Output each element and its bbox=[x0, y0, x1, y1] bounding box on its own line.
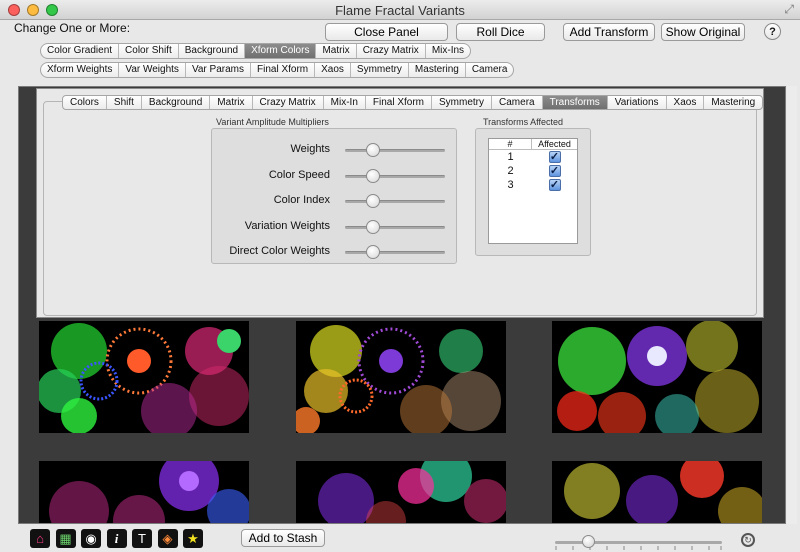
change-label: Change One or More: bbox=[14, 21, 131, 35]
show-original-button[interactable]: Show Original bbox=[661, 23, 745, 41]
slider-label: Color Index bbox=[273, 194, 330, 206]
add-to-stash-button[interactable]: Add to Stash bbox=[241, 529, 325, 547]
tab-variations[interactable]: Variations bbox=[608, 96, 667, 109]
zoom-slider-ticks bbox=[555, 546, 722, 550]
window-title: Flame Fractal Variants bbox=[335, 3, 465, 18]
home-icon[interactable]: ⌂ bbox=[30, 529, 50, 548]
amplitude-multipliers-group: Weights Color Speed Color Index Variation W… bbox=[211, 128, 457, 264]
tab-symmetry[interactable]: Symmetry bbox=[432, 96, 493, 109]
add-transform-button[interactable]: Add Transform bbox=[563, 23, 655, 41]
slider-knob[interactable] bbox=[366, 219, 380, 234]
variant-thumbnail[interactable] bbox=[296, 461, 506, 523]
tab-mastering[interactable]: Mastering bbox=[704, 96, 762, 109]
affected-checkbox[interactable]: ✓ bbox=[548, 179, 561, 191]
table-row[interactable]: 3 ✓ bbox=[489, 178, 577, 192]
segment-color-shift[interactable]: Color Shift bbox=[119, 44, 179, 58]
help-button[interactable]: ? bbox=[764, 23, 781, 40]
variant-category-row-1: Color Gradient Color Shift Background Xform… bbox=[40, 43, 472, 59]
palette-icon[interactable]: ◈ bbox=[157, 529, 178, 548]
transform-number: 3 bbox=[507, 179, 514, 191]
slider-row: Weights bbox=[212, 140, 458, 160]
slider-label: Weights bbox=[290, 143, 330, 155]
slider-row: Color Speed bbox=[212, 166, 458, 186]
tab-xaos[interactable]: Xaos bbox=[667, 96, 705, 109]
slider-knob[interactable] bbox=[366, 194, 380, 208]
segment-xform-colors[interactable]: Xform Colors bbox=[245, 44, 317, 58]
slider-knob[interactable] bbox=[366, 168, 380, 183]
variant-thumbnail[interactable] bbox=[39, 461, 249, 523]
tab-camera[interactable]: Camera bbox=[492, 96, 543, 109]
star-icon[interactable]: ★ bbox=[183, 529, 203, 548]
segment-mix-ins[interactable]: Mix-Ins bbox=[426, 44, 470, 58]
close-panel-button[interactable]: Close Panel bbox=[325, 23, 448, 41]
eye-icon[interactable]: ◉ bbox=[81, 529, 101, 548]
segment-color-gradient[interactable]: Color Gradient bbox=[41, 44, 120, 58]
transform-number: 2 bbox=[507, 165, 514, 177]
refresh-icon[interactable]: ↻ bbox=[741, 533, 755, 547]
column-header-number[interactable]: # bbox=[489, 139, 532, 149]
grid-icon[interactable]: ▦ bbox=[55, 529, 76, 548]
tab-background[interactable]: Background bbox=[142, 96, 211, 109]
tab-shift[interactable]: Shift bbox=[107, 96, 142, 109]
slider-row: Direct Color Weights bbox=[212, 242, 458, 262]
segment-var-weights[interactable]: Var Weights bbox=[119, 63, 186, 77]
variant-thumbnail[interactable] bbox=[39, 321, 249, 433]
segment-matrix[interactable]: Matrix bbox=[316, 44, 357, 58]
variant-thumbnail[interactable] bbox=[296, 321, 506, 433]
slider-knob[interactable] bbox=[366, 245, 380, 259]
variant-thumbnail[interactable] bbox=[552, 461, 762, 523]
slider-knob[interactable] bbox=[366, 143, 380, 157]
tab-mix-in[interactable]: Mix-In bbox=[324, 96, 366, 109]
panel-tabs: Colors Shift Background Matrix Crazy Matrix M… bbox=[62, 95, 764, 110]
amplitude-group-title: Variant Amplitude Multipliers bbox=[216, 117, 329, 127]
table-row[interactable]: 1 ✓ bbox=[489, 150, 577, 164]
slider-row: Variation Weights bbox=[212, 217, 458, 237]
text-icon[interactable]: T bbox=[132, 529, 152, 548]
segment-crazy-matrix[interactable]: Crazy Matrix bbox=[357, 44, 426, 58]
segment-xform-weights[interactable]: Xform Weights bbox=[41, 63, 120, 77]
slider-label: Variation Weights bbox=[244, 219, 330, 232]
segment-mastering[interactable]: Mastering bbox=[409, 63, 466, 77]
info-icon[interactable]: i bbox=[106, 529, 127, 548]
fullscreen-icon[interactable]: ⤢ bbox=[784, 2, 794, 17]
tab-crazy-matrix[interactable]: Crazy Matrix bbox=[253, 96, 324, 109]
tab-transforms[interactable]: Transforms bbox=[542, 96, 608, 109]
tab-matrix[interactable]: Matrix bbox=[210, 96, 253, 109]
transform-number: 1 bbox=[507, 151, 514, 163]
title-bar: Flame Fractal Variants ⤢ bbox=[0, 0, 800, 20]
slider-track[interactable] bbox=[345, 200, 445, 203]
slider-label: Direct Color Weights bbox=[229, 245, 330, 257]
variant-category-row-2: Xform Weights Var Weights Var Params Final … bbox=[40, 62, 515, 78]
transforms-group-title: Transforms Affected bbox=[483, 117, 564, 127]
affected-checkbox[interactable]: ✓ bbox=[548, 165, 561, 177]
transforms-table: # Affected 1 ✓ 2 ✓ 3 ✓ bbox=[488, 138, 578, 244]
tab-colors[interactable]: Colors bbox=[63, 96, 107, 109]
segment-var-params[interactable]: Var Params bbox=[186, 63, 251, 77]
segment-background[interactable]: Background bbox=[179, 44, 246, 58]
roll-dice-button[interactable]: Roll Dice bbox=[456, 23, 545, 41]
slider-label: Color Speed bbox=[268, 168, 330, 181]
tab-final-xform[interactable]: Final Xform bbox=[366, 96, 433, 109]
segment-symmetry[interactable]: Symmetry bbox=[351, 63, 409, 77]
affected-checkbox[interactable]: ✓ bbox=[548, 151, 561, 163]
slider-track[interactable] bbox=[345, 251, 445, 254]
column-header-affected[interactable]: Affected bbox=[532, 139, 577, 149]
segment-xaos[interactable]: Xaos bbox=[315, 63, 351, 77]
slider-row: Color Index bbox=[212, 191, 458, 211]
slider-track[interactable] bbox=[345, 174, 445, 178]
variant-thumbnail[interactable] bbox=[552, 321, 762, 433]
slider-track[interactable] bbox=[345, 149, 445, 152]
zoom-slider-track[interactable] bbox=[555, 541, 722, 544]
vertical-scrollbar[interactable] bbox=[787, 86, 797, 524]
segment-camera[interactable]: Camera bbox=[466, 63, 514, 77]
table-row[interactable]: 2 ✓ bbox=[489, 164, 577, 178]
segment-final-xform[interactable]: Final Xform bbox=[251, 63, 316, 77]
slider-track[interactable] bbox=[345, 225, 445, 229]
